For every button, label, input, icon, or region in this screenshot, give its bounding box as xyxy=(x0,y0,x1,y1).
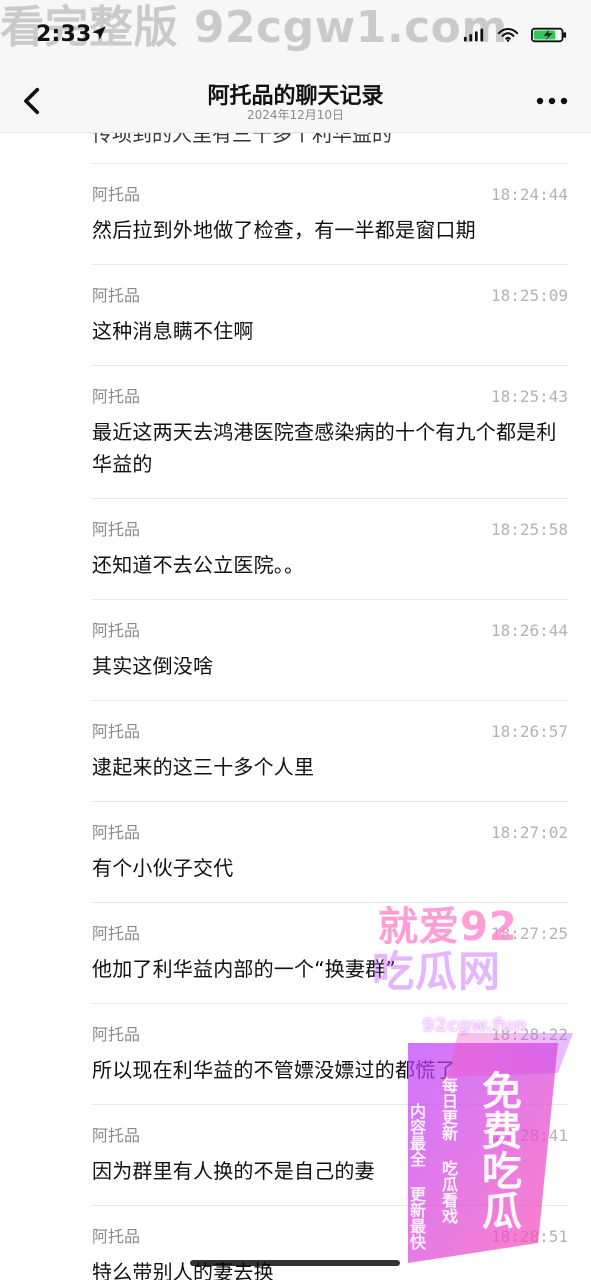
message-time: 18:27:25 xyxy=(490,924,568,943)
home-indicator xyxy=(190,1260,400,1266)
message-text: 最近这两天去鸿港医院查感染病的十个有九个都是利华益的 xyxy=(92,420,557,476)
message-item[interactable]: 阿托品 18:28:41 因为群里有人换的不是自己的妻 xyxy=(92,1105,568,1206)
status-icons xyxy=(463,24,567,46)
message-item[interactable]: 阿托品 18:27:02 有个小伙子交代 xyxy=(92,802,568,903)
message-time: 18:28:41 xyxy=(490,1126,568,1145)
message-item[interactable]: 阿托品 18:28:51 特么带别人的妻去换 xyxy=(92,1206,568,1280)
message-item[interactable]: 阿托品 18:26:44 其实这倒没啥 xyxy=(92,600,568,701)
message-time: 18:25:58 xyxy=(490,520,568,539)
location-arrow-icon xyxy=(92,26,106,40)
more-horizontal-icon[interactable] xyxy=(533,93,571,109)
message-text: 所以现在利华益的不管嫖没嫖过的都慌了 xyxy=(92,1058,456,1082)
partial-message: 传项到的人里有三十多个利华益的 xyxy=(92,132,568,164)
message-time: 18:24:44 xyxy=(490,185,568,204)
page-date: 2024年12月10日 xyxy=(246,108,345,122)
navigation-bar: 阿托品的聊天记录 2024年12月10日 xyxy=(0,70,591,132)
message-time: 18:27:02 xyxy=(490,823,568,842)
message-text: 因为群里有人换的不是自己的妻 xyxy=(92,1159,375,1183)
status-bar: 看完整版 92cgw1.com 2:33 xyxy=(0,0,591,70)
message-text: 还知道不去公立医院。。 xyxy=(92,553,305,577)
message-time: 18:28:51 xyxy=(490,1227,568,1246)
message-item[interactable]: 阿托品 18:25:09 这种消息瞒不住啊 xyxy=(92,265,568,366)
cellular-signal-icon xyxy=(463,28,484,42)
message-time: 18:25:09 xyxy=(490,286,568,305)
message-text: 其实这倒没啥 xyxy=(92,654,214,678)
battery-charging-icon xyxy=(531,27,567,43)
message-text: 有个小伙子交代 xyxy=(92,856,234,880)
message-item[interactable]: 阿托品 18:27:25 他加了利华益内部的一个“换妻群” xyxy=(92,903,568,1004)
chat-content[interactable]: 传项到的人里有三十多个利华益的 阿托品 18:24:44 然后拉到外地做了检查，… xyxy=(0,132,591,1280)
message-time: 18:25:43 xyxy=(490,387,568,406)
message-time: 18:26:44 xyxy=(490,621,568,640)
message-text: 这种消息瞒不住啊 xyxy=(92,319,254,343)
wifi-icon xyxy=(497,28,519,42)
message-text: 他加了利华益内部的一个“换妻群” xyxy=(92,957,396,981)
message-item[interactable]: 阿托品 18:25:43 最近这两天去鸿港医院查感染病的十个有九个都是利华益的 xyxy=(92,366,568,499)
message-time: 18:26:57 xyxy=(490,722,568,741)
message-item[interactable]: 阿托品 18:26:57 逮起来的这三十多个人里 xyxy=(92,701,568,802)
top-bar: 看完整版 92cgw1.com 2:33 阿托品的聊天记录 2024年12月10… xyxy=(0,0,591,133)
message-text: 逮起来的这三十多个人里 xyxy=(92,755,315,779)
message-time: 18:28:22 xyxy=(490,1025,568,1044)
status-time: 2:33 xyxy=(36,22,92,47)
message-item[interactable]: 阿托品 18:24:44 然后拉到外地做了检查，有一半都是窗口期 xyxy=(92,164,568,265)
partial-message-text: 传项到的人里有三十多个利华益的 xyxy=(92,132,392,146)
message-item[interactable]: 阿托品 18:25:58 还知道不去公立医院。。 xyxy=(92,499,568,600)
message-item[interactable]: 阿托品 18:28:22 所以现在利华益的不管嫖没嫖过的都慌了 xyxy=(92,1004,568,1105)
message-text: 然后拉到外地做了检查，有一半都是窗口期 xyxy=(92,218,476,242)
